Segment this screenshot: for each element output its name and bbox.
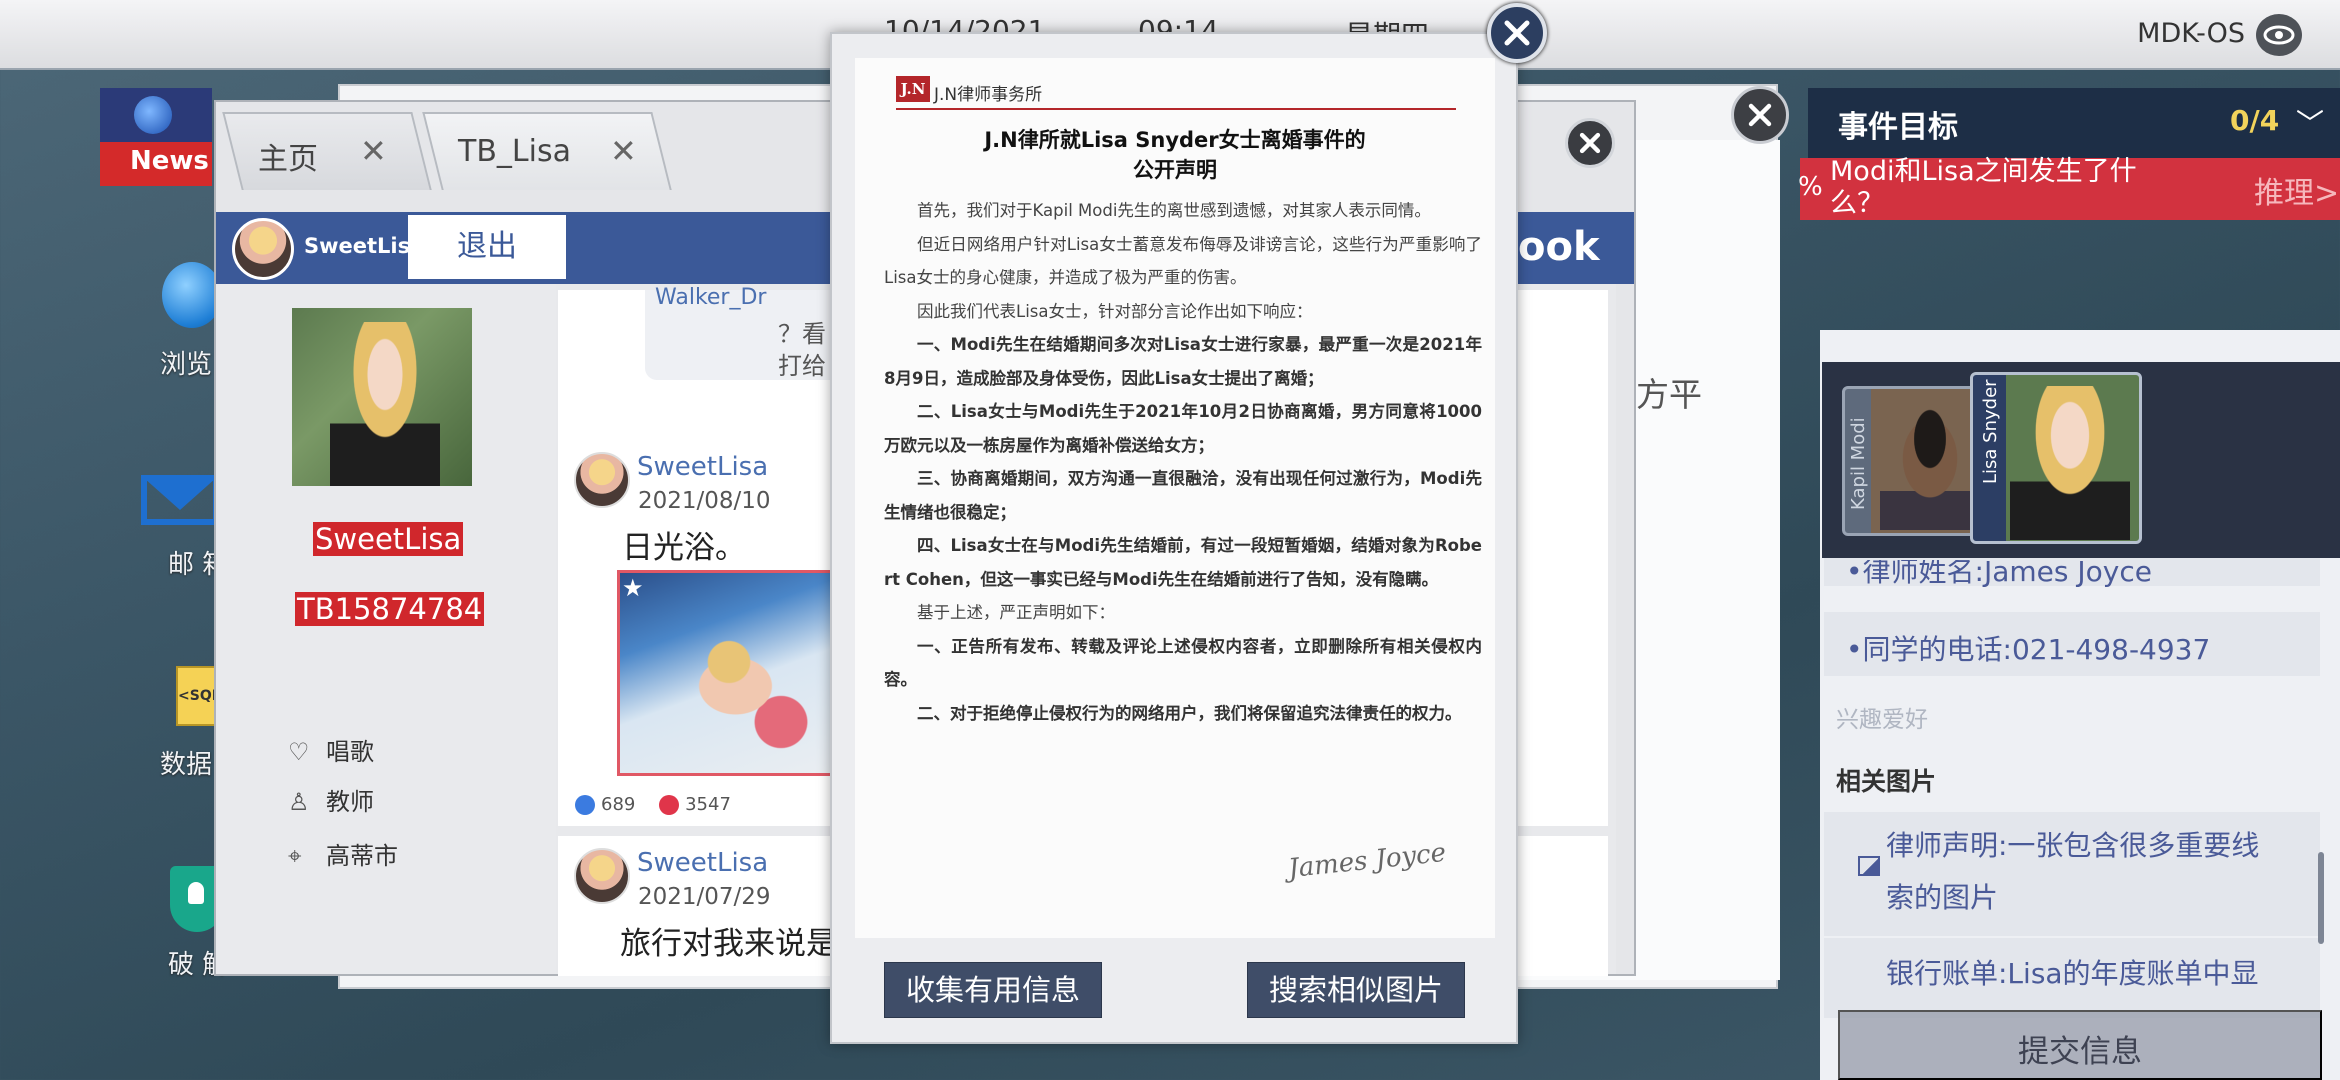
statement-paragraph: 但近日网络用户针对Lisa女士蓄意发布侮辱及诽谤言论，这些行为严重影响了Lisa… xyxy=(884,234,1482,288)
eye-icon[interactable] xyxy=(2256,14,2302,56)
character-name: Lisa Snyder xyxy=(1980,379,2001,484)
news-app-icon[interactable]: News xyxy=(100,88,212,186)
section-heading-hobby: 兴趣爱好 xyxy=(1836,707,1928,733)
profile-city: 高蒂市 xyxy=(326,842,398,870)
avatar[interactable] xyxy=(232,218,294,280)
statement-paragraph: 因此我们代表Lisa女士，针对部分言论作出如下响应： xyxy=(917,301,1313,321)
reaction-row: 689 3547 xyxy=(575,794,731,815)
profile-id: TB15874784 xyxy=(295,592,485,626)
profile-job: 教师 xyxy=(326,788,374,816)
chevron-down-icon[interactable]: ﹀ xyxy=(2296,102,2324,142)
search-similar-images-button[interactable]: 搜索相似图片 xyxy=(1247,962,1465,1018)
profile-hobby-row: ♡ 唱歌 xyxy=(288,732,374,767)
statement-paragraph: 二、对于拒绝停止侵权行为的网络用户，我们将保留追究法律责任的权力。 xyxy=(917,703,1462,723)
star-icon: ★ xyxy=(622,574,644,602)
profile-hobby: 唱歌 xyxy=(326,738,374,766)
character-portrait xyxy=(2010,386,2130,540)
tab-home[interactable] xyxy=(222,112,432,190)
background-window-close-button[interactable] xyxy=(1731,86,1789,144)
objectives-title: 事件目标 xyxy=(1838,110,1958,145)
post-date: 2021/08/10 xyxy=(638,488,771,514)
statement-paragraph: 四、Lisa女士在与Modi先生结婚前，有过一段短暂婚姻，结婚对象为Robert… xyxy=(884,536,1482,589)
scrollbar[interactable] xyxy=(2318,852,2324,944)
comment-text: 打给 xyxy=(778,352,826,380)
mail-icon[interactable] xyxy=(140,470,220,526)
post-text: 旅行对我来说是 xyxy=(620,926,837,962)
statement-paragraph: 一、正告所有发布、转载及评论上述侵权内容者，立即删除所有相关侵权内容。 xyxy=(884,636,1482,690)
clue-phone: •同学的电话:021-498-4937 xyxy=(1846,633,2211,666)
profile-name: SweetLisa xyxy=(313,522,464,556)
statement-paragraph: 二、Lisa女士与Modi先生于2021年10月2日协商离婚，男方同意将1000… xyxy=(884,402,1482,455)
post-author[interactable]: SweetLisa xyxy=(637,848,768,878)
tie-icon: ♙ xyxy=(288,788,310,816)
comment-author[interactable]: Walker_Dr xyxy=(655,285,766,310)
statement-paragraph: 首先，我们对于Kapil Modi先生的离世感到遗憾，对其家人表示同情。 xyxy=(917,201,1431,220)
clue-bank-text: 银行账单:Lisa的年度账单中显 xyxy=(1886,957,2259,990)
profile-city-row: ⌖ 高蒂市 xyxy=(288,836,398,871)
statement-paragraph: 三、协商离婚期间，双方沟通一直很融洽，没有出现任何过激行为，Modi先生情绪也很… xyxy=(884,469,1482,522)
like-icon[interactable] xyxy=(575,795,595,815)
os-name: MDK-OS xyxy=(2137,18,2245,49)
firm-logo: J.N xyxy=(896,76,930,102)
character-name: Kapil Modi xyxy=(1848,417,1869,510)
clue-statement-text: 律师声明:一张包含很多重要线 xyxy=(1886,829,2260,862)
header-rule xyxy=(896,108,1456,110)
header-username: SweetLisa xyxy=(304,234,425,258)
location-pin-icon: ⌖ xyxy=(288,842,302,870)
browser-app-label: 浏览 xyxy=(160,350,213,380)
heart-count: 3547 xyxy=(685,794,731,815)
objectives-count: 0/4 xyxy=(2230,104,2280,137)
image-icon xyxy=(1858,856,1880,876)
post-author[interactable]: SweetLisa xyxy=(637,452,768,482)
document-title: J.N律所就Lisa Snyder女士离婚事件的 xyxy=(984,128,1366,152)
logout-button[interactable]: 退出 xyxy=(408,215,566,279)
objective-question: Modi和Lisa之间发生了什么？ xyxy=(1830,156,2137,219)
tab-home-label: 主页 xyxy=(258,142,318,177)
post-image-figure xyxy=(690,632,820,752)
site-brand-text: ook xyxy=(1518,224,1600,270)
infer-button[interactable]: 推理> xyxy=(2254,168,2339,212)
comment-text: ？看 xyxy=(778,320,826,348)
statement-paragraph: 一、Modi先生在结婚期间多次对Lisa女士进行家暴，最严重一次是2021年8月… xyxy=(884,335,1482,388)
social-window-close-button[interactable] xyxy=(1565,118,1615,168)
profile-job-row: ♙ 教师 xyxy=(288,782,374,817)
avatar[interactable] xyxy=(574,848,630,904)
post-date: 2021/07/29 xyxy=(638,884,771,910)
database-app-label: 数据 xyxy=(160,750,213,780)
like-count: 689 xyxy=(601,794,636,815)
clue-statement-text: 索的图片 xyxy=(1886,881,1999,914)
document-body: 首先，我们对于Kapil Modi先生的离世感到遗憾，对其家人表示同情。但近日网… xyxy=(884,194,1482,730)
document-title: 公开声明 xyxy=(1133,158,1217,182)
tab-home-close-icon[interactable]: ✕ xyxy=(360,132,387,170)
statement-paragraph: 基于上述，严正声明如下： xyxy=(917,603,1115,622)
character-portrait xyxy=(1880,400,1980,530)
profile-photo-portrait xyxy=(330,322,440,486)
modal-close-button[interactable] xyxy=(1487,3,1547,63)
background-window-text: 方平 xyxy=(1636,375,1702,414)
news-app-label: News xyxy=(130,146,209,176)
post-text: 日光浴。 xyxy=(622,530,746,566)
firm-name: J.N律师事务所 xyxy=(934,85,1043,105)
heart-icon[interactable] xyxy=(659,795,680,815)
objective-progress-symbol: % xyxy=(1798,172,1823,202)
tab-tb-lisa-label: TB_Lisa xyxy=(458,134,571,169)
browser-globe-icon[interactable] xyxy=(162,262,222,328)
tab-tb-lisa-close-icon[interactable]: ✕ xyxy=(610,132,637,170)
heart-icon: ♡ xyxy=(288,738,310,766)
collect-info-button[interactable]: 收集有用信息 xyxy=(884,962,1102,1018)
submit-info-button[interactable]: 提交信息 xyxy=(1838,1010,2322,1080)
globe-icon xyxy=(134,96,172,134)
avatar[interactable] xyxy=(574,452,630,508)
section-heading-images: 相关图片 xyxy=(1836,767,1937,796)
